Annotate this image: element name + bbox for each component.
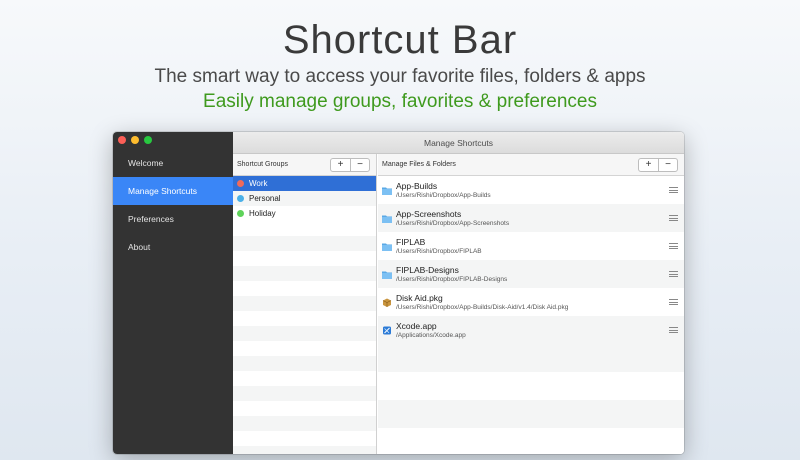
files-header-label: Manage Files & Folders (382, 161, 456, 168)
drag-handle-icon[interactable] (669, 186, 678, 195)
group-label: Holiday (249, 209, 276, 218)
file-path: /Users/Rishi/Dropbox/FIPLAB (396, 247, 482, 255)
sidebar: Welcome Manage Shortcuts Preferences Abo… (113, 132, 233, 454)
drag-handle-icon[interactable] (669, 270, 678, 279)
file-name: App-Screenshots (396, 208, 462, 219)
folder-icon (382, 187, 392, 195)
groups-empty-rows (233, 221, 376, 454)
hero-subtitle-secondary: Easily manage groups, favorites & prefer… (203, 91, 597, 112)
group-color-dot (237, 180, 244, 187)
file-row[interactable]: Xcode.app/Applications/Xcode.app (378, 316, 684, 344)
groups-header-label: Shortcut Groups (237, 161, 288, 168)
close-button[interactable] (118, 136, 126, 144)
window-title: Manage Shortcuts (233, 132, 684, 154)
file-name: FIPLAB (396, 236, 426, 247)
hero-subtitle: The smart way to access your favorite fi… (154, 66, 646, 87)
file-row[interactable]: App-Screenshots/Users/Rishi/Dropbox/App-… (378, 204, 684, 232)
files-header: Manage Files & Folders + − (378, 154, 684, 176)
hero-title: Shortcut Bar (282, 18, 518, 62)
group-color-dot (237, 210, 244, 217)
file-path: /Applications/Xcode.app (396, 331, 466, 339)
file-name: App-Builds (396, 180, 438, 191)
sidebar-nav: Welcome Manage Shortcuts Preferences Abo… (113, 149, 233, 261)
files-pane: Manage Files & Folders + − App-Builds/Us… (378, 154, 684, 454)
sidebar-item-preferences[interactable]: Preferences (113, 205, 233, 233)
package-icon (382, 298, 392, 307)
add-group-button[interactable]: + (331, 159, 350, 171)
group-label: Work (249, 179, 268, 188)
file-row[interactable]: FIPLAB-Designs/Users/Rishi/Dropbox/FIPLA… (378, 260, 684, 288)
groups-header: Shortcut Groups + − (233, 154, 376, 176)
drag-handle-icon[interactable] (669, 298, 678, 307)
remove-group-button[interactable]: − (350, 158, 369, 171)
file-row[interactable]: FIPLAB/Users/Rishi/Dropbox/FIPLAB (378, 232, 684, 260)
files-add-remove: + − (638, 157, 678, 172)
app-window: Welcome Manage Shortcuts Preferences Abo… (113, 132, 684, 454)
file-row[interactable]: Disk Aid.pkg/Users/Rishi/Dropbox/App-Bui… (378, 288, 684, 316)
group-row-work[interactable]: Work (233, 176, 376, 191)
files-list: App-Builds/Users/Rishi/Dropbox/App-Build… (378, 176, 684, 344)
group-color-dot (237, 195, 244, 202)
files-empty-rows (378, 344, 684, 454)
zoom-button[interactable] (144, 136, 152, 144)
main-content: Manage Shortcuts Shortcut Groups + − Wor… (233, 132, 684, 454)
file-name: Disk Aid.pkg (396, 292, 443, 303)
group-row-holiday[interactable]: Holiday (233, 206, 376, 221)
drag-handle-icon[interactable] (669, 214, 678, 223)
file-path: /Users/Rishi/Dropbox/FIPLAB-Designs (396, 275, 508, 283)
folder-icon (382, 271, 392, 279)
groups-pane: Shortcut Groups + − Work Personal Holida (233, 154, 377, 454)
file-name: FIPLAB-Designs (396, 264, 459, 275)
drag-handle-icon[interactable] (669, 242, 678, 251)
folder-icon (382, 243, 392, 251)
file-name: Xcode.app (396, 320, 437, 331)
drag-handle-icon[interactable] (669, 326, 678, 335)
group-label: Personal (249, 194, 281, 203)
sidebar-item-about[interactable]: About (113, 233, 233, 261)
file-path: /Users/Rishi/Dropbox/App-Builds/Disk-Aid… (396, 303, 569, 311)
folder-icon (382, 215, 392, 223)
window-controls (118, 136, 152, 144)
groups-add-remove: + − (330, 157, 370, 172)
remove-file-button[interactable]: − (658, 158, 677, 171)
sidebar-item-welcome[interactable]: Welcome (113, 149, 233, 177)
file-path: /Users/Rishi/Dropbox/App-Screenshots (396, 219, 510, 227)
file-path: /Users/Rishi/Dropbox/App-Builds (396, 191, 491, 199)
add-file-button[interactable]: + (639, 159, 658, 171)
groups-list: Work Personal Holiday (233, 176, 376, 221)
sidebar-item-manage-shortcuts[interactable]: Manage Shortcuts (113, 177, 233, 205)
xcode-app-icon (383, 326, 391, 334)
group-row-personal[interactable]: Personal (233, 191, 376, 206)
file-row[interactable]: App-Builds/Users/Rishi/Dropbox/App-Build… (378, 176, 684, 204)
minimize-button[interactable] (131, 136, 139, 144)
